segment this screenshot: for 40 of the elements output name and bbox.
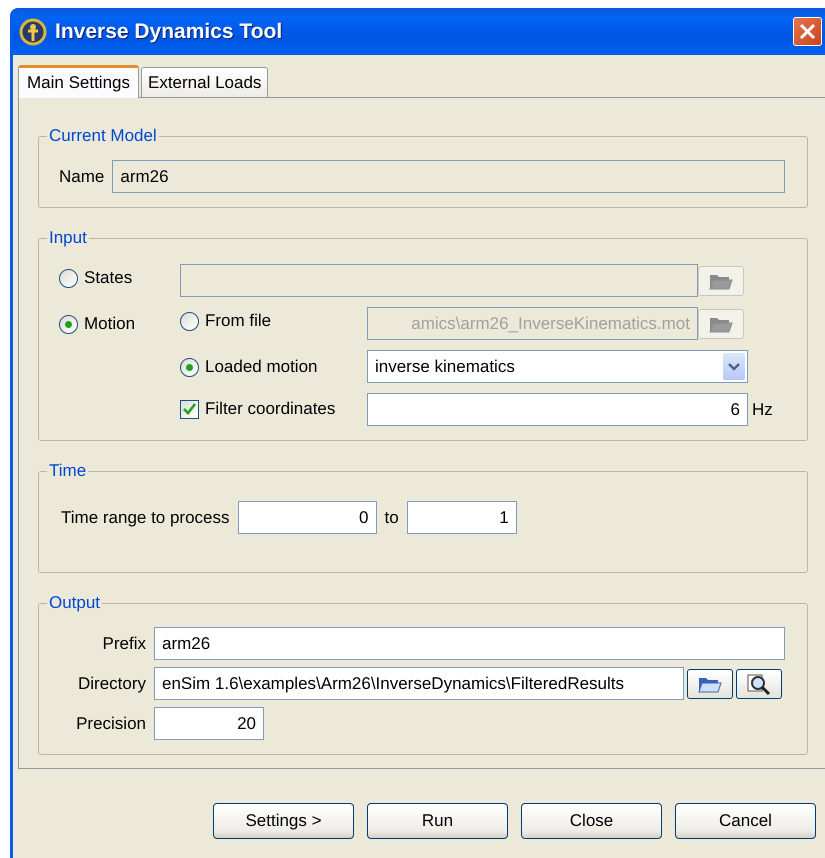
- group-title: Current Model: [48, 126, 158, 146]
- dialog-button[interactable]: Run: [367, 803, 508, 839]
- field-label: Precision: [75, 714, 146, 734]
- check-icon: [183, 403, 196, 415]
- unit-label: Hz: [751, 400, 774, 420]
- magnifier-icon: [747, 672, 771, 694]
- close-button[interactable]: [793, 17, 822, 46]
- radio-button[interactable]: Loaded motion: [180, 357, 318, 378]
- end-time-field[interactable]: 1: [406, 501, 517, 534]
- start-time-field[interactable]: 0: [238, 501, 376, 534]
- group-title: Input: [48, 228, 88, 248]
- dialog-button[interactable]: Cancel: [675, 803, 816, 839]
- directory-field[interactable]: enSim 1.6\examples\Arm26\InverseDynamics\FilteredResults: [154, 667, 684, 700]
- motion-dropdown[interactable]: inverse kinematics: [367, 350, 748, 383]
- radio-button[interactable]: From file: [180, 311, 272, 332]
- frequency-field[interactable]: 6: [367, 393, 748, 426]
- checkbox[interactable]: Filter coordinates: [180, 399, 336, 419]
- app-icon: [19, 18, 47, 46]
- tab[interactable]: Main Settings: [18, 65, 139, 98]
- radio-button[interactable]: Motion: [59, 314, 136, 334]
- chevron-down-icon: [728, 362, 740, 370]
- dialog-button[interactable]: Settings >: [213, 803, 354, 839]
- browse-button[interactable]: [687, 668, 733, 698]
- states-file-field[interactable]: [180, 264, 698, 297]
- precision-field[interactable]: 20: [154, 707, 264, 740]
- tab[interactable]: External Loads: [141, 67, 268, 97]
- close-icon: [799, 23, 816, 40]
- name-field: arm26: [112, 160, 785, 193]
- search-button[interactable]: [736, 668, 782, 698]
- field-label: Prefix: [102, 634, 146, 654]
- field-label: Time range to process: [61, 508, 230, 528]
- window-title: Inverse Dynamics Tool: [55, 20, 284, 44]
- group-title: Time: [48, 461, 88, 481]
- field-label: to: [384, 508, 399, 528]
- group-title: Output: [48, 593, 102, 613]
- prefix-field[interactable]: arm26: [154, 627, 785, 660]
- radio-button[interactable]: States: [59, 268, 132, 288]
- field-label: Name: [59, 166, 104, 186]
- dialog-button[interactable]: Close: [521, 803, 662, 839]
- field-label: Directory: [76, 674, 146, 694]
